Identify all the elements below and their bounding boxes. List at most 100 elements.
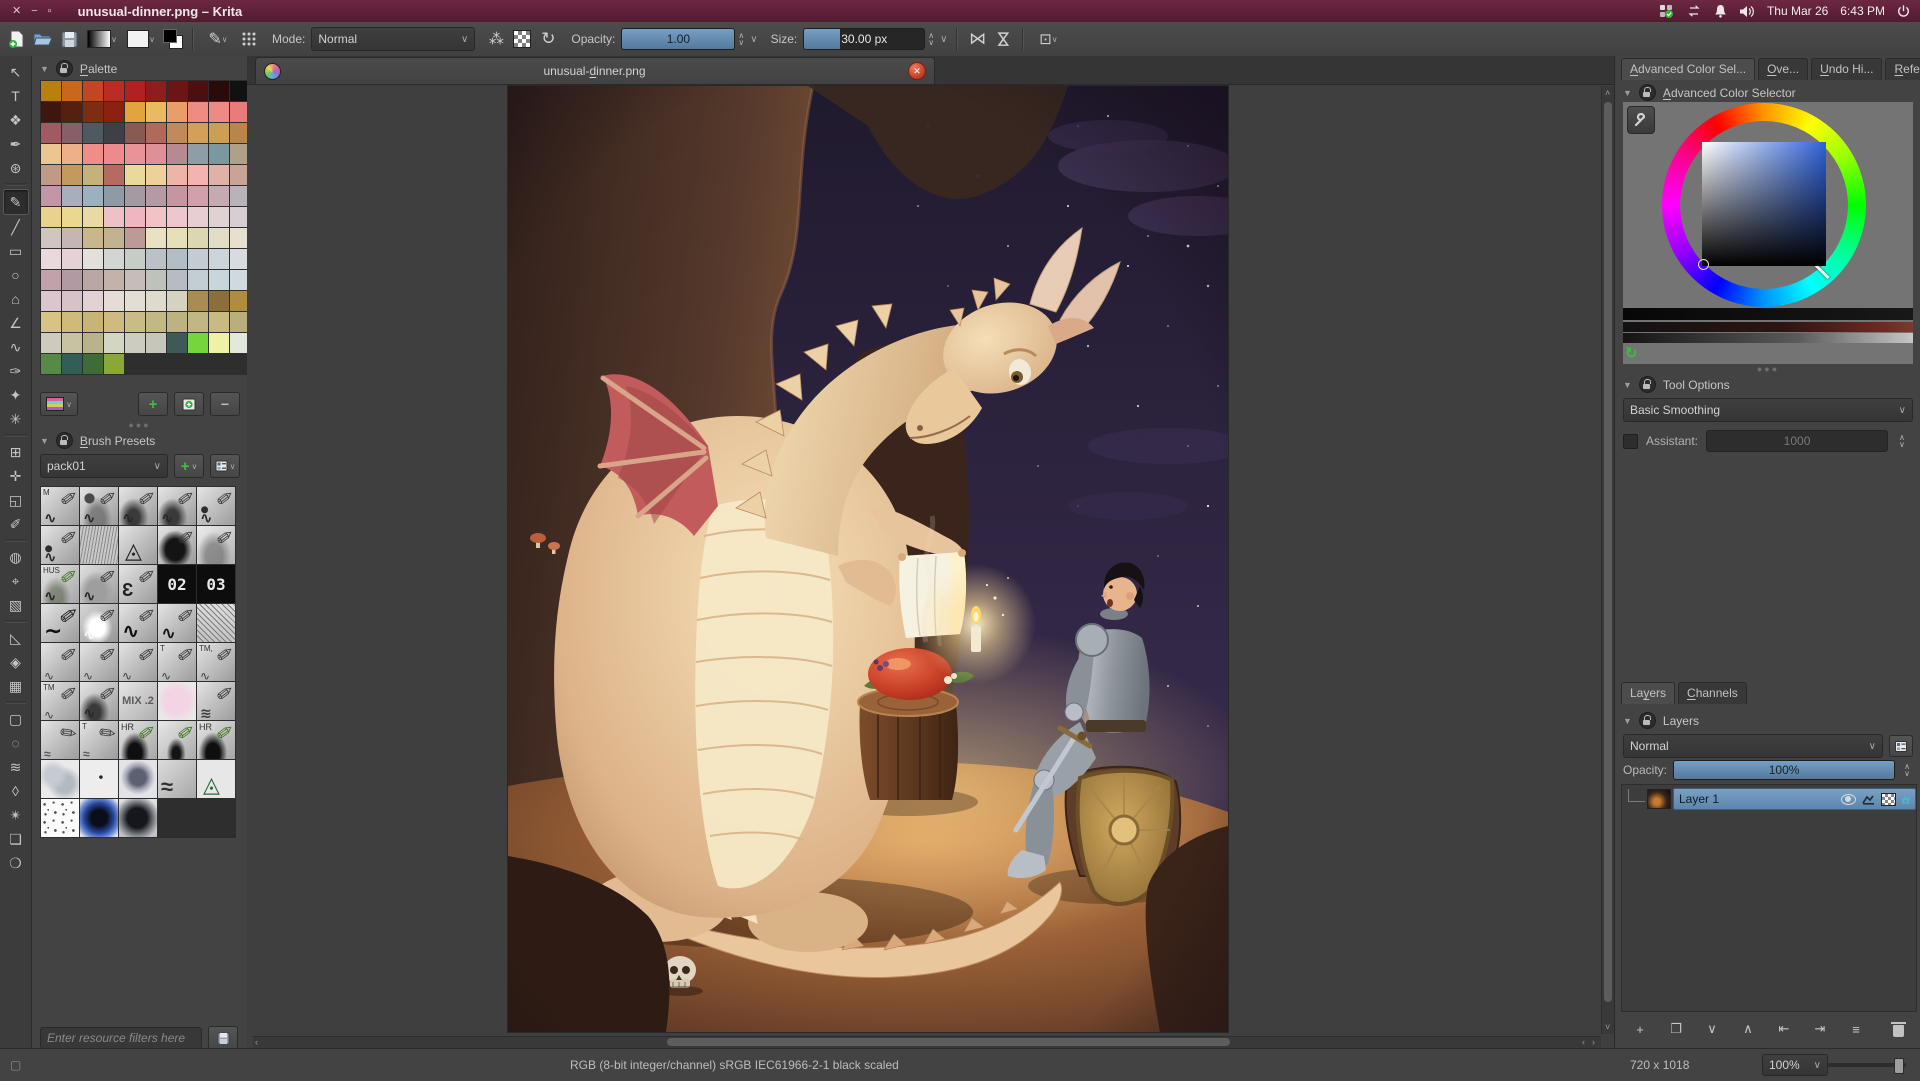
palette-swatch[interactable] — [146, 144, 166, 164]
palette-swatch[interactable] — [41, 123, 61, 143]
brush-preset[interactable]: HR — [197, 721, 235, 759]
brush-preset[interactable]: TM — [41, 682, 79, 720]
palette-swatch[interactable] — [125, 333, 145, 353]
palette-swatch[interactable] — [209, 123, 229, 143]
tool-color-picker[interactable]: ⌖ — [4, 569, 28, 593]
palette-swatch[interactable] — [83, 333, 103, 353]
palette-swatch[interactable] — [41, 228, 61, 248]
lock-icon[interactable] — [1639, 376, 1656, 393]
palette-swatch[interactable] — [125, 81, 145, 101]
palette-swatch[interactable] — [125, 186, 145, 206]
palette-swatch[interactable] — [62, 186, 82, 206]
palette-swatch[interactable] — [209, 291, 229, 311]
lock-icon[interactable] — [1639, 84, 1656, 101]
layer-visibility-eye-icon[interactable] — [1841, 794, 1856, 805]
horizontal-scrollbar[interactable]: ‹ ‹ › — [253, 1036, 1601, 1048]
palette-swatch[interactable] — [41, 333, 61, 353]
palette-swatch[interactable] — [188, 81, 208, 101]
toolbox-tool[interactable] — [5, 183, 27, 186]
opacity-spinner[interactable]: ∧∨ — [738, 32, 744, 46]
palette-swatch[interactable] — [188, 102, 208, 122]
tool-bezier-curve[interactable]: ∿ — [4, 335, 28, 359]
tool-move[interactable]: ✛ — [4, 464, 28, 488]
lock-icon[interactable] — [1639, 712, 1656, 729]
brush-preset[interactable] — [197, 526, 235, 564]
tool-edit-shapes[interactable]: ❖ — [4, 108, 28, 132]
duplicate-layer-button[interactable]: ❐ — [1665, 1018, 1687, 1040]
brush-preset[interactable] — [158, 682, 196, 720]
tool-select-ellipse[interactable]: ◌ — [4, 731, 28, 755]
palette-swatch[interactable] — [41, 291, 61, 311]
palette-swatch[interactable] — [146, 228, 166, 248]
brush-preset[interactable] — [158, 760, 196, 798]
tool-pattern-edit[interactable]: ⊛ — [4, 156, 28, 180]
palette-swatch[interactable] — [62, 312, 82, 332]
palette-swatch[interactable] — [104, 270, 124, 290]
vertical-scrollbar[interactable]: ˄ ˅ — [1601, 86, 1614, 1034]
history-strip-red[interactable] — [1623, 322, 1913, 332]
toolbox-tool[interactable] — [5, 620, 27, 623]
palette-swatch[interactable] — [188, 291, 208, 311]
tool-fill[interactable]: ◍ — [4, 545, 28, 569]
palette-swatch[interactable] — [104, 354, 124, 374]
brush-preset[interactable] — [119, 799, 157, 837]
add-color-button[interactable]: + — [138, 392, 168, 416]
brush-preset[interactable] — [158, 526, 196, 564]
palette-swatch[interactable] — [62, 333, 82, 353]
new-document-button[interactable] — [4, 26, 30, 52]
tool-text[interactable]: T — [4, 84, 28, 108]
wraparound-mode-button[interactable]: ⊡∨ — [1030, 26, 1066, 52]
lock-icon[interactable] — [56, 432, 73, 449]
brush-preset[interactable]: MIX .2 — [119, 682, 157, 720]
palette-swatch[interactable] — [188, 207, 208, 227]
palette-swatch[interactable] — [167, 123, 187, 143]
layers-docker-header[interactable]: ▼ Layers — [1615, 708, 1920, 733]
palette-swatch[interactable] — [167, 249, 187, 269]
layer-filter-button[interactable] — [1889, 735, 1913, 757]
chevron-down-icon[interactable]: ∨ — [750, 34, 757, 45]
tool-measure[interactable]: ✐ — [4, 512, 28, 536]
brush-preset[interactable]: HUS — [41, 565, 79, 603]
display-mode-button[interactable]: ∨ — [210, 454, 240, 478]
zoom-slider[interactable] — [1828, 1063, 1906, 1067]
reload-preset-button[interactable]: ↻ — [535, 26, 561, 52]
palette-swatch[interactable] — [62, 81, 82, 101]
open-document-button[interactable] — [30, 26, 56, 52]
tool-gradient[interactable]: ▧ — [4, 593, 28, 617]
history-strip-gray[interactable] — [1623, 333, 1913, 343]
palette-swatch[interactable] — [83, 270, 103, 290]
palette-swatch[interactable] — [62, 165, 82, 185]
brush-preset[interactable] — [119, 526, 157, 564]
brush-preset[interactable] — [80, 643, 118, 681]
brush-preset[interactable] — [80, 565, 118, 603]
palette-swatch[interactable] — [125, 102, 145, 122]
brush-editor-button[interactable]: ✎∨ — [200, 26, 236, 52]
refresh-colors-icon[interactable]: ↻ — [1625, 344, 1638, 362]
tool-options-header[interactable]: ▼ Tool Options — [1615, 372, 1920, 397]
palette-swatch[interactable] — [62, 144, 82, 164]
brush-preset[interactable] — [41, 526, 79, 564]
brush-preset[interactable] — [80, 682, 118, 720]
brush-preset[interactable] — [119, 565, 157, 603]
palette-swatch[interactable] — [167, 144, 187, 164]
palette-swatch[interactable] — [188, 144, 208, 164]
tool-calligraphy[interactable]: ✒ — [4, 132, 28, 156]
chevron-down-icon[interactable]: ∨ — [940, 34, 947, 45]
clock-time[interactable]: 6:43 PM — [1840, 4, 1885, 18]
palette-swatch[interactable] — [209, 312, 229, 332]
palette-swatch[interactable] — [104, 291, 124, 311]
brush-preset[interactable] — [197, 682, 235, 720]
opacity-slider[interactable]: 1.00 — [621, 28, 735, 50]
mirror-horizontal-button[interactable]: ⋈ — [964, 26, 990, 52]
assistant-checkbox[interactable] — [1623, 434, 1638, 449]
brush-preset[interactable] — [119, 760, 157, 798]
brush-preset[interactable] — [80, 760, 118, 798]
brush-preset[interactable] — [197, 604, 235, 642]
layer-alpha-checker-icon[interactable] — [1881, 793, 1896, 806]
palette-swatch[interactable] — [209, 186, 229, 206]
palette-swatch[interactable] — [125, 165, 145, 185]
brush-preset[interactable] — [119, 487, 157, 525]
palette-swatch[interactable] — [62, 270, 82, 290]
blending-mode-combo[interactable]: Normal ∨ — [311, 27, 475, 51]
palette-swatch[interactable] — [188, 249, 208, 269]
